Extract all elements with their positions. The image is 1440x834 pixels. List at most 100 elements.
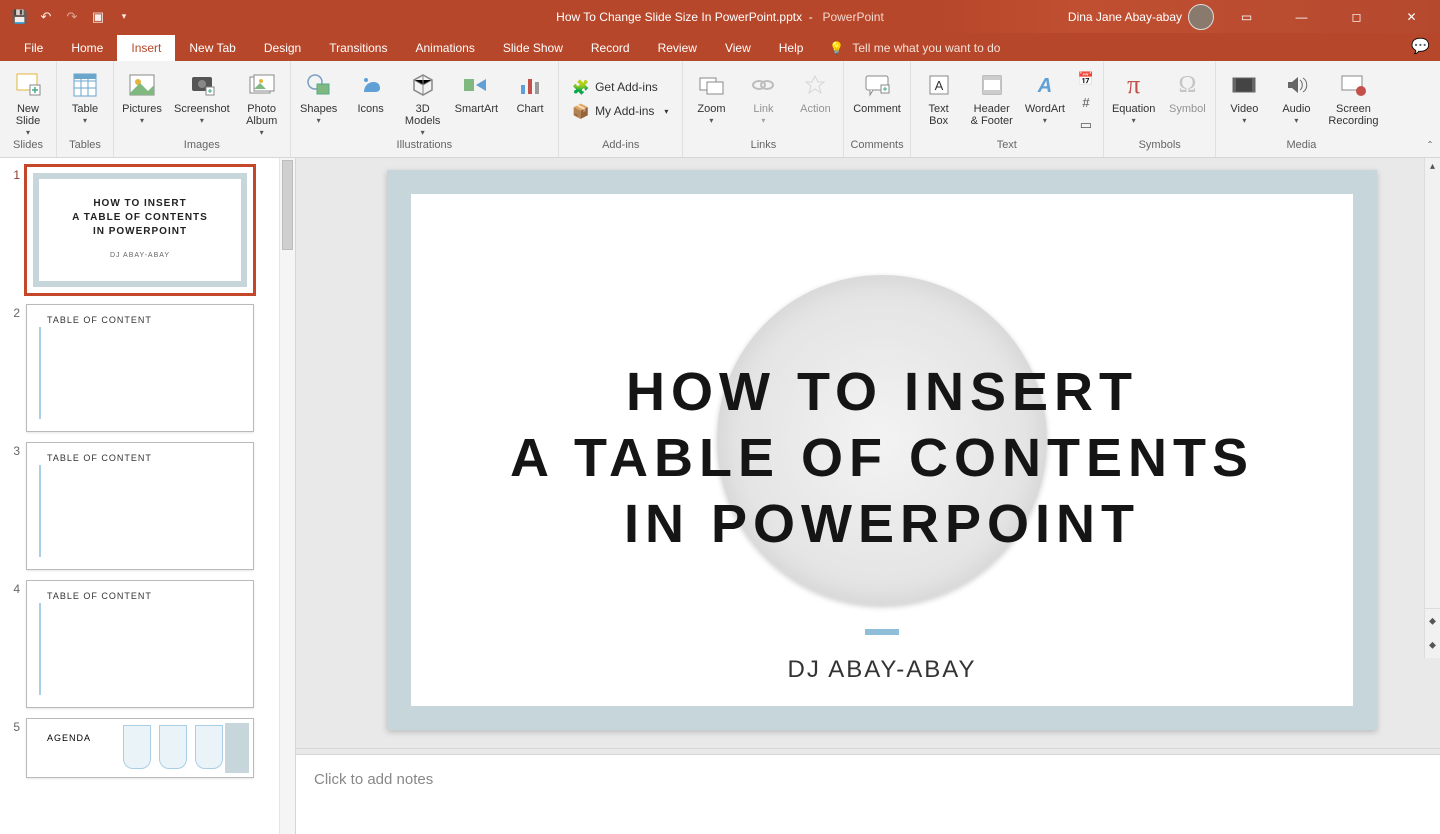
tab-file[interactable]: File [10,35,57,61]
textbox-button[interactable]: A Text Box [917,67,961,129]
smartart-button[interactable]: SmartArt [453,67,500,117]
save-icon[interactable]: 💾 [12,9,28,25]
action-button[interactable]: Action [793,67,837,117]
qat-dropdown-icon[interactable]: ▾ [116,9,132,25]
divider-accent [865,629,899,635]
ribbon-display-options-icon[interactable]: ▭ [1224,0,1269,33]
symbol-icon: Ω [1171,69,1203,101]
collapse-ribbon-button[interactable]: ˆ [1428,139,1432,153]
chevron-down-icon: ▾ [1043,116,1047,125]
notes-pane[interactable]: Click to add notes [296,754,1440,834]
icons-icon [355,69,387,101]
tab-home[interactable]: Home [57,35,117,61]
video-icon [1228,69,1260,101]
tab-animations[interactable]: Animations [401,35,488,61]
slide-title-l3: IN POWERPOINT [411,491,1353,557]
smartart-label: SmartArt [455,103,498,115]
chevron-down-icon: ▾ [1242,116,1246,125]
date-time-button[interactable]: 📅 [1075,69,1097,89]
chevron-down-icon: ▾ [26,128,30,137]
toc-label: TABLE OF CONTENT [47,591,152,601]
equation-button[interactable]: π Equation ▾ [1110,67,1157,127]
icons-button[interactable]: Icons [349,67,393,117]
chevron-down-icon: ▾ [709,116,713,125]
shapes-label: Shapes [300,103,337,115]
screen-recording-label: Screen Recording [1328,103,1378,127]
thumb1-l3: IN POWERPOINT [93,225,187,239]
prev-slide-button[interactable]: ⬥ [1425,609,1440,634]
photo-album-button[interactable]: Photo Album ▾ [240,67,284,139]
group-text: A Text Box Header & Footer A WordArt ▾ 📅… [911,61,1104,157]
thumbnail-5[interactable]: 5 AGENDA [6,718,287,778]
thumbnail-3[interactable]: 3 TABLE OF CONTENT [6,442,287,570]
shapes-button[interactable]: Shapes ▾ [297,67,341,127]
group-images: Pictures ▾ Screenshot ▾ Photo Album ▾ Im… [114,61,291,157]
thumbnail-1[interactable]: 1 HOW TO INSERT A TABLE OF CONTENTS IN P… [6,166,287,294]
slide-author[interactable]: DJ ABAY-ABAY [411,656,1353,684]
audio-icon [1280,69,1312,101]
my-addins-button[interactable]: 📦My Add-ins▾ [569,101,672,121]
pictures-button[interactable]: Pictures ▾ [120,67,164,127]
comment-label: Comment [853,103,901,115]
3d-models-button[interactable]: 3D Models ▾ [401,67,445,139]
new-slide-button[interactable]: New Slide ▾ [6,67,50,139]
table-button[interactable]: Table ▾ [63,67,107,127]
thumbnail-2[interactable]: 2 TABLE OF CONTENT [6,304,287,432]
tab-slideshow[interactable]: Slide Show [489,35,577,61]
tab-transitions[interactable]: Transitions [315,35,401,61]
lightbulb-icon: 💡 [829,41,844,55]
start-from-beginning-icon[interactable]: ▣ [90,9,106,25]
slide[interactable]: HOW TO INSERT A TABLE OF CONTENTS IN POW… [387,170,1377,730]
tab-design[interactable]: Design [250,35,315,61]
close-button[interactable]: ✕ [1389,0,1434,33]
next-slide-button[interactable]: ⬥ [1425,634,1440,659]
screenshot-button[interactable]: Screenshot ▾ [172,67,232,127]
zoom-button[interactable]: Zoom ▾ [689,67,733,127]
slide-number: 2 [6,304,20,432]
group-tables-label: Tables [63,139,107,157]
slide-number-button[interactable]: # [1075,92,1097,112]
symbol-button[interactable]: Ω Symbol [1165,67,1209,117]
header-footer-button[interactable]: Header & Footer [969,67,1015,129]
slide-number: 3 [6,442,20,570]
new-slide-icon [12,69,44,101]
comment-button[interactable]: Comment [851,67,903,117]
panel-scrollbar[interactable] [279,158,295,834]
maximize-button[interactable]: ◻ [1334,0,1379,33]
link-label: Link [753,103,773,115]
redo-icon[interactable]: ↷ [64,9,80,25]
thumbnail-4[interactable]: 4 TABLE OF CONTENT [6,580,287,708]
screen-recording-button[interactable]: Screen Recording [1326,67,1380,129]
table-label: Table [72,103,98,115]
share-icon[interactable]: 💬 [1411,37,1430,55]
tell-me-search[interactable]: 💡 Tell me what you want to do [829,41,1000,61]
minimize-button[interactable]: — [1279,0,1324,33]
video-button[interactable]: Video ▾ [1222,67,1266,127]
scroll-up-icon[interactable]: ▴ [1425,158,1440,174]
group-images-label: Images [120,139,284,157]
tab-review[interactable]: Review [644,35,711,61]
wordart-button[interactable]: A WordArt ▾ [1023,67,1067,127]
object-button[interactable]: ▭ [1075,115,1097,135]
table-icon [69,69,101,101]
textbox-icon: A [923,69,955,101]
undo-icon[interactable]: ↶ [38,9,54,25]
editor-stage: HOW TO INSERT A TABLE OF CONTENTS IN POW… [296,158,1440,834]
user-account[interactable]: Dina Jane Abay-abay [1068,4,1214,30]
tab-view[interactable]: View [711,35,765,61]
chart-button[interactable]: Chart [508,67,552,117]
slide-canvas-area[interactable]: HOW TO INSERT A TABLE OF CONTENTS IN POW… [296,158,1440,748]
tab-newtab[interactable]: New Tab [175,35,249,61]
get-addins-button[interactable]: 🧩Get Add-ins [569,77,672,97]
group-tables: Table ▾ Tables [57,61,114,157]
tab-help[interactable]: Help [765,35,818,61]
tab-insert[interactable]: Insert [117,35,175,61]
slide-title[interactable]: HOW TO INSERT A TABLE OF CONTENTS IN POW… [411,359,1353,557]
link-button[interactable]: Link ▾ [741,67,785,127]
audio-button[interactable]: Audio ▾ [1274,67,1318,127]
chevron-down-icon: ▾ [1294,116,1298,125]
thumb1-sub: DJ ABAY-ABAY [110,249,170,263]
tab-record[interactable]: Record [577,35,644,61]
group-comments: Comment Comments [844,61,910,157]
canvas-scrollbar[interactable]: ▴ ⬥ ⬥ [1424,158,1440,658]
